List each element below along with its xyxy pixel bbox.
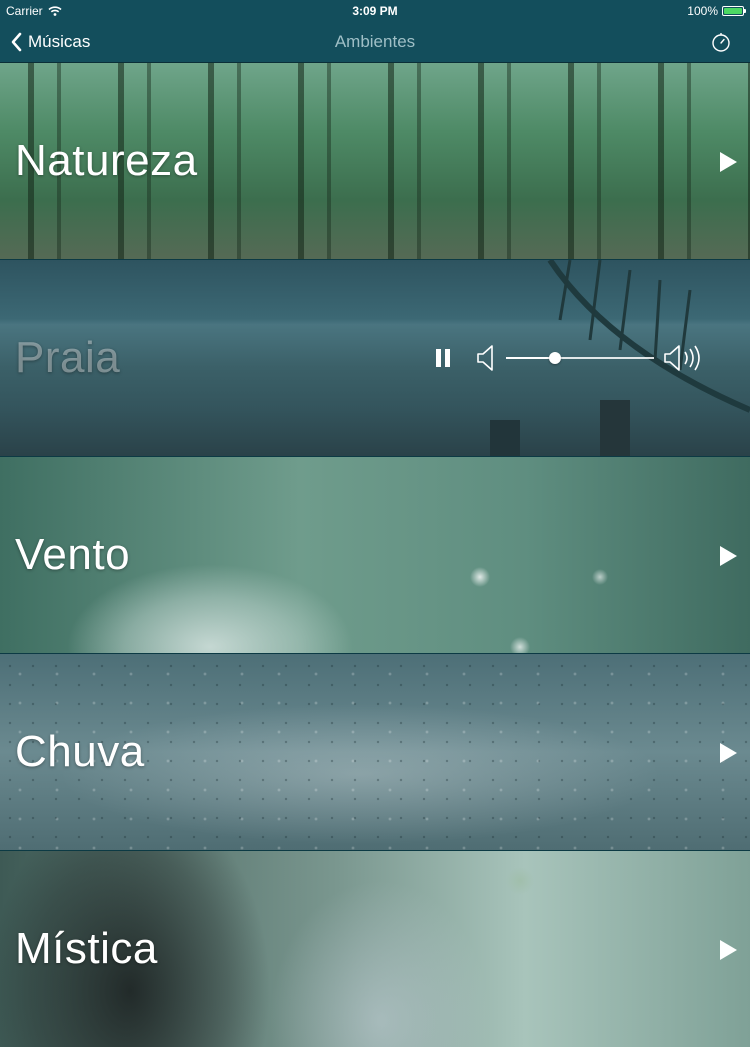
ambient-title: Natureza (15, 136, 198, 185)
battery-indicator: 100% (687, 4, 746, 18)
ambient-row-mistica[interactable]: Mística (0, 851, 750, 1047)
battery-percent: 100% (687, 4, 718, 18)
ambient-list: Natureza Praia Vento Chuva Mística (0, 63, 750, 1047)
ambient-title: Chuva (15, 727, 145, 776)
ambient-title: Praia (15, 333, 121, 382)
volume-low-icon (477, 345, 493, 371)
back-button-label: Músicas (28, 32, 91, 51)
ambient-title: Vento (15, 530, 131, 579)
play-icon[interactable] (718, 742, 738, 764)
ambient-row-natureza[interactable]: Natureza (0, 63, 750, 259)
ambient-row-praia[interactable]: Praia (0, 260, 750, 456)
page-title: Ambientes (334, 32, 416, 51)
volume-slider-fill (506, 357, 555, 359)
ambient-row-vento[interactable]: Vento (0, 457, 750, 653)
play-icon[interactable] (718, 151, 738, 173)
play-icon[interactable] (718, 939, 738, 961)
player-controls (430, 338, 715, 378)
clock: 3:09 PM (352, 4, 398, 18)
battery-icon (722, 6, 746, 16)
ambient-title: Mística (15, 924, 158, 973)
timer-icon[interactable] (710, 31, 732, 53)
status-bar: Carrier 3:09 PM 100% (0, 0, 750, 22)
volume-high-icon (664, 345, 700, 371)
volume-slider-thumb[interactable] (548, 352, 561, 364)
chevron-left-icon (11, 32, 22, 52)
play-icon[interactable] (718, 545, 738, 567)
ambient-row-chuva[interactable]: Chuva (0, 654, 750, 850)
navigation-bar: Músicas Ambientes (0, 22, 750, 63)
pause-icon[interactable] (434, 348, 452, 368)
back-button[interactable]: Músicas (10, 22, 90, 62)
volume-slider[interactable] (506, 352, 654, 364)
